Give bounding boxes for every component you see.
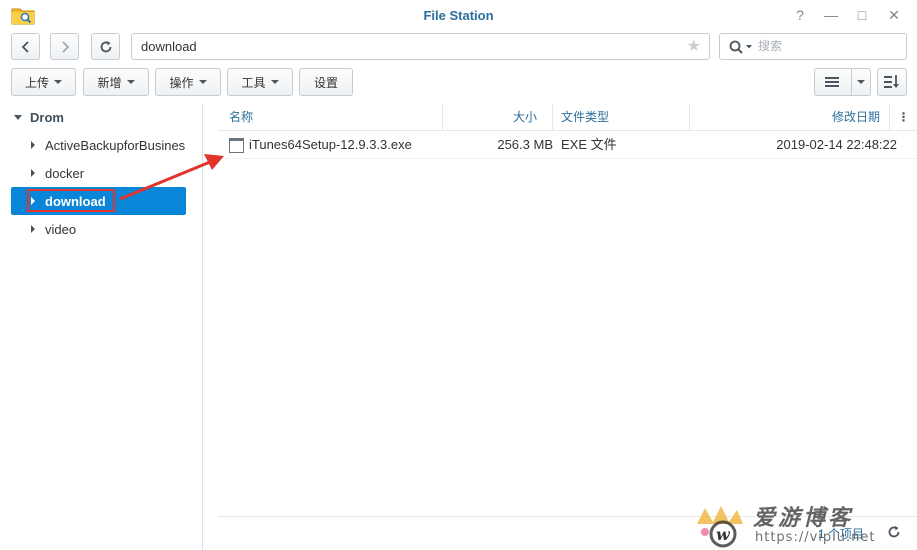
- path-input[interactable]: download ★: [131, 33, 710, 60]
- table-header: 名称 大小 文件类型 修改日期 ⋮: [218, 103, 917, 131]
- action-label: 操作: [169, 75, 194, 90]
- window-title: File Station: [423, 8, 494, 23]
- action-button[interactable]: 操作: [155, 68, 221, 96]
- file-name: iTunes64Setup-12.9.3.3.exe: [249, 137, 412, 152]
- refresh-button[interactable]: [91, 33, 120, 60]
- column-header-type[interactable]: 文件类型: [553, 103, 690, 131]
- star-icon[interactable]: ★: [687, 34, 701, 59]
- refresh-icon: [100, 40, 111, 52]
- file-size: 256.3 MB: [497, 137, 553, 152]
- upload-label: 上传: [24, 75, 49, 90]
- back-button[interactable]: [11, 33, 40, 60]
- new-button[interactable]: 新增: [83, 68, 149, 96]
- close-button[interactable]: ✕: [885, 6, 903, 24]
- chevron-right-icon: [61, 40, 69, 53]
- forward-button[interactable]: [50, 33, 79, 60]
- tools-button[interactable]: 工具: [227, 68, 293, 96]
- collapse-arrow-icon[interactable]: [31, 225, 35, 233]
- watermark-text: 爱游博客: [753, 505, 854, 531]
- sidebar-item-label: docker: [45, 165, 85, 181]
- upload-button[interactable]: 上传: [11, 68, 76, 96]
- watermark-url: https://vipiu.net: [755, 530, 876, 545]
- minimize-button[interactable]: —: [822, 6, 840, 24]
- settings-button[interactable]: 设置: [299, 68, 353, 96]
- sidebar-item-download[interactable]: download: [11, 187, 186, 215]
- column-menu-icon[interactable]: ⋮: [890, 103, 917, 131]
- tools-label: 工具: [241, 75, 266, 90]
- settings-label: 设置: [313, 75, 338, 90]
- sort-button[interactable]: [877, 68, 907, 96]
- path-text: download: [141, 39, 197, 54]
- watermark: w 爱游博客 https://vipiu.net: [693, 500, 917, 550]
- sidebar-item-video[interactable]: video: [11, 215, 186, 243]
- caret-down-icon: [54, 80, 62, 84]
- file-list: 名称 大小 文件类型 修改日期 ⋮ iTunes64Setup-12.9.3.3…: [218, 103, 917, 550]
- caret-down-icon: [270, 80, 279, 84]
- sidebar: Drom ActiveBackupforBusines docker downl…: [0, 103, 203, 550]
- column-header-size[interactable]: 大小: [443, 103, 553, 131]
- sidebar-item-label: video: [45, 221, 77, 237]
- table-row[interactable]: iTunes64Setup-12.9.3.3.exe 256.3 MB EXE …: [218, 131, 917, 159]
- svg-text:w: w: [716, 525, 731, 544]
- sidebar-item-docker[interactable]: docker: [11, 159, 186, 187]
- column-header-name[interactable]: 名称: [218, 103, 443, 131]
- new-label: 新增: [97, 75, 122, 90]
- sidebar-item-label: ActiveBackupforBusines: [45, 137, 186, 153]
- chevron-left-icon: [21, 40, 29, 53]
- column-header-modified[interactable]: 修改日期: [690, 103, 890, 131]
- collapse-arrow-icon[interactable]: [31, 141, 35, 149]
- view-mode-button[interactable]: [814, 68, 871, 96]
- tree-root[interactable]: Drom: [14, 110, 64, 125]
- search-placeholder: 搜索: [758, 39, 783, 53]
- file-modified: 2019-02-14 22:48:22: [776, 137, 897, 152]
- title-bar: File Station ? — □ ✕: [0, 0, 917, 30]
- file-type: EXE 文件: [561, 137, 617, 152]
- collapse-arrow-icon[interactable]: [31, 169, 35, 177]
- search-icon[interactable]: [729, 40, 753, 54]
- sort-icon: [884, 75, 899, 88]
- tree-root-label: Drom: [30, 110, 64, 125]
- toolbar: 上传 新增 操作 工具 设置: [0, 68, 917, 96]
- highlight-box: [27, 189, 115, 212]
- caret-down-icon[interactable]: [857, 80, 865, 84]
- split-divider: [851, 69, 852, 95]
- sidebar-item-activebackup[interactable]: ActiveBackupforBusines: [11, 131, 186, 159]
- watermark-logo-icon: w: [697, 506, 743, 548]
- expand-icon[interactable]: [14, 115, 22, 120]
- search-input[interactable]: 搜索: [719, 33, 907, 60]
- help-button[interactable]: ?: [791, 6, 809, 24]
- list-view-icon: [825, 77, 839, 87]
- navigation-bar: download ★ 搜索: [0, 31, 917, 61]
- file-icon: [229, 138, 244, 153]
- maximize-button[interactable]: □: [853, 6, 871, 24]
- caret-down-icon: [126, 80, 135, 84]
- caret-down-icon: [198, 80, 207, 84]
